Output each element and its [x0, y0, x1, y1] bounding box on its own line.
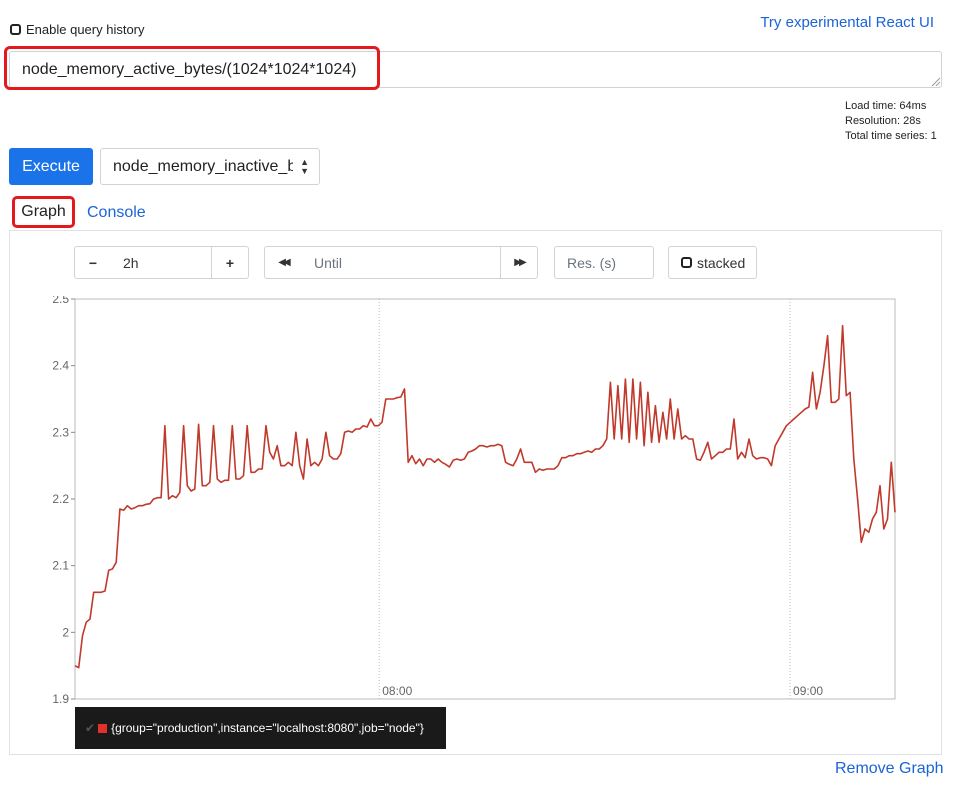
time-back-button[interactable]: ◀◀: [264, 246, 302, 279]
resize-grip-icon[interactable]: [930, 76, 940, 86]
y-tick-label: 1.9: [52, 692, 69, 704]
check-icon: ✔: [85, 721, 96, 735]
y-tick-label: 2.1: [52, 559, 69, 573]
expression-highlight: [4, 46, 380, 90]
series-color-swatch: [98, 723, 108, 733]
y-tick-label: 2.5: [52, 296, 69, 306]
resolution-input[interactable]: Res. (s): [554, 246, 654, 279]
tab-graph[interactable]: Graph: [12, 196, 75, 228]
range-input[interactable]: 2h: [111, 246, 212, 279]
y-tick-label: 2.3: [52, 425, 69, 439]
line-chart: 1.9 2 2.1 2.2 2.3 2.4 2.5 08:00 09:00: [52, 296, 896, 704]
resolution: Resolution: 28s: [845, 115, 921, 127]
react-ui-link[interactable]: Try experimental React UI: [760, 14, 934, 31]
remove-graph-link[interactable]: Remove Graph: [835, 760, 944, 778]
select-arrows-icon: ▲ ▼: [300, 157, 309, 176]
query-stats: Load time: 64ms Resolution: 28s Total ti…: [845, 99, 937, 144]
metric-select-value: node_memory_inactive_bytes: [113, 157, 293, 175]
metric-select[interactable]: node_memory_inactive_bytes ▲▼: [100, 148, 320, 185]
execute-button[interactable]: Execute: [9, 148, 93, 185]
fast-forward-icon: ▶▶: [514, 257, 527, 268]
stacked-checkbox: [681, 257, 692, 268]
range-decrease-button[interactable]: −: [74, 246, 112, 279]
query-history-label: Enable query history: [26, 21, 145, 37]
stacked-toggle-button[interactable]: stacked: [668, 246, 757, 279]
legend-series-label: {group="production",instance="localhost:…: [111, 721, 424, 735]
total-series: Total time series: 1: [845, 130, 937, 142]
y-tick-label: 2.2: [52, 492, 69, 506]
until-input[interactable]: Until: [301, 246, 501, 279]
tab-console[interactable]: Console: [87, 204, 146, 222]
query-history-checkbox[interactable]: [10, 23, 21, 35]
y-tick-label: 2.4: [52, 359, 69, 373]
time-forward-button[interactable]: ▶▶: [500, 246, 538, 279]
range-increase-button[interactable]: +: [211, 246, 249, 279]
load-time: Load time: 64ms: [845, 100, 927, 112]
query-history-toggle[interactable]: Enable query history: [10, 20, 145, 38]
rewind-icon: ◀◀: [278, 257, 291, 268]
plot-frame: [74, 298, 896, 700]
chart-legend[interactable]: ✔ {group="production",instance="localhos…: [75, 707, 446, 749]
x-tick-label: 09:00: [793, 684, 823, 698]
y-tick-label: 2: [62, 625, 69, 639]
x-tick-label: 08:00: [382, 684, 412, 698]
stacked-label: stacked: [697, 254, 746, 271]
